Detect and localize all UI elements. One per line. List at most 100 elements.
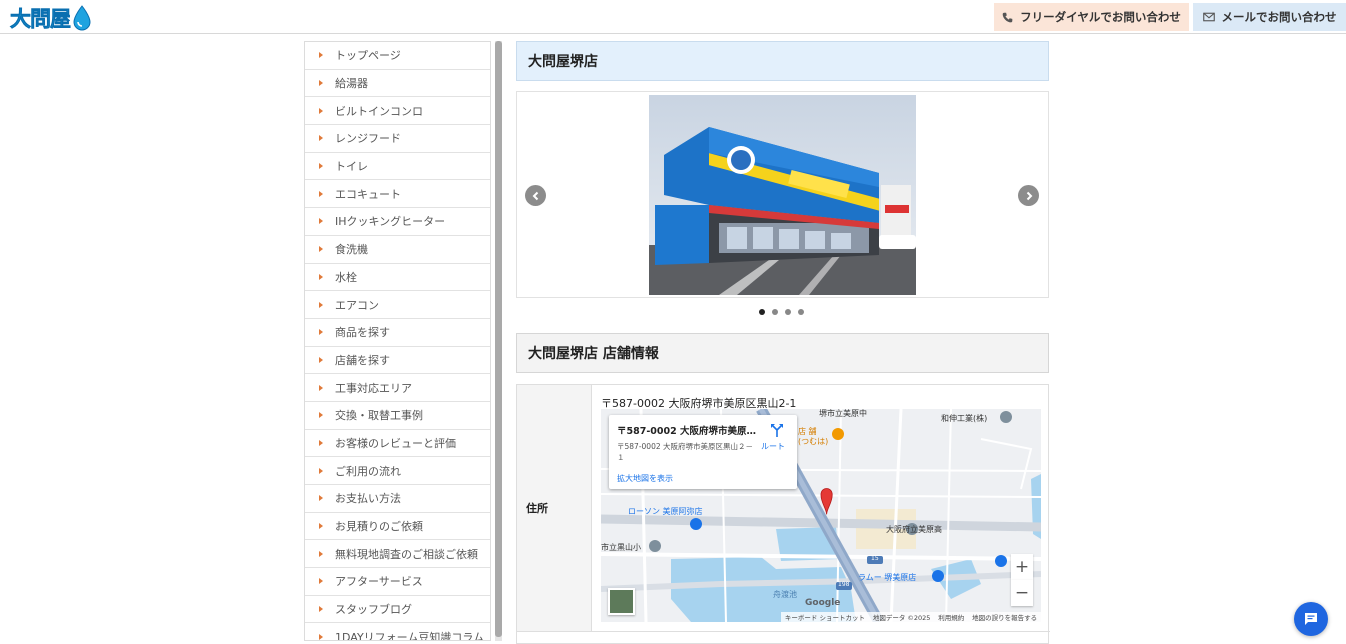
directions-icon[interactable] xyxy=(770,423,784,437)
sidebar-item-label: エコキュート xyxy=(335,187,401,201)
store-heading-text: 大問屋堺店 xyxy=(528,54,598,70)
sidebar-item-column[interactable]: 1DAYリフォーム豆知識コラム xyxy=(305,623,490,640)
sidebar-item-toilet[interactable]: トイレ xyxy=(305,153,490,181)
map-poi-label: 舟渡池 xyxy=(773,590,797,599)
store-info-heading: 大問屋堺店 店舗情報 xyxy=(516,333,1049,373)
sidebar-item-label: 食洗機 xyxy=(335,243,368,257)
map-data-credit: 地図データ ©2025 xyxy=(872,614,931,622)
sidebar-item-faucet[interactable]: 水栓 xyxy=(305,264,490,292)
arrow-right-icon xyxy=(319,273,323,280)
map-zoom-out-button[interactable]: − xyxy=(1011,580,1033,606)
sidebar-item-label: お見積りのご依頼 xyxy=(335,520,423,534)
carousel-dot[interactable] xyxy=(772,309,778,315)
sidebar-item-label: ビルトインコンロ xyxy=(335,104,423,118)
store-photo-carousel xyxy=(516,91,1049,298)
map-route-number: 198 xyxy=(838,581,850,588)
sidebar-item-dishwasher[interactable]: 食洗機 xyxy=(305,236,490,264)
sidebar-item-label: スタッフブログ xyxy=(335,603,412,617)
store-info-heading-text: 大問屋堺店 店舗情報 xyxy=(528,346,659,362)
sidebar-item-estimate[interactable]: お見積りのご依頼 xyxy=(305,513,490,541)
sidebar-item-water-heater[interactable]: 給湯器 xyxy=(305,70,490,98)
chat-button[interactable] xyxy=(1294,602,1328,636)
sidebar-item-reviews[interactable]: お客様のレビューと評価 xyxy=(305,430,490,458)
sidebar-item-payment[interactable]: お支払い方法 xyxy=(305,485,490,513)
sidebar-item-label: 水栓 xyxy=(335,270,357,284)
phone-icon xyxy=(1002,12,1013,22)
sidebar-item-site-survey[interactable]: 無料現地調査のご相談ご依頼 xyxy=(305,540,490,569)
map-keyboard-shortcuts[interactable]: キーボード ショートカット xyxy=(785,612,865,622)
map-view-larger-link[interactable]: 拡大地図を表示 xyxy=(617,473,673,484)
sidebar-item-label: 給湯器 xyxy=(335,77,368,91)
map-footer: キーボード ショートカット 地図データ ©2025 利用規約 地図の誤りを報告す… xyxy=(781,612,1041,622)
map-satellite-toggle[interactable] xyxy=(608,588,635,615)
arrow-right-icon xyxy=(319,107,323,114)
sidebar-item-ecocute[interactable]: エコキュート xyxy=(305,180,490,209)
free-dial-contact-label: フリーダイヤルでお問い合わせ xyxy=(1020,10,1181,24)
sidebar-item-label: IHクッキングヒーター xyxy=(335,215,446,229)
free-dial-contact-button[interactable]: フリーダイヤルでお問い合わせ xyxy=(994,3,1189,31)
sidebar-item-range-hood[interactable]: レンジフード xyxy=(305,125,490,153)
mail-icon xyxy=(1202,12,1215,22)
map-poi-label: 大阪府立美原高 xyxy=(886,525,942,534)
arrow-right-icon xyxy=(319,384,323,391)
carousel-dots xyxy=(759,309,811,315)
mail-contact-label: メールでお問い合わせ xyxy=(1221,10,1337,24)
carousel-prev-button[interactable] xyxy=(525,185,546,206)
arrow-right-icon xyxy=(319,329,323,336)
site-logo[interactable]: 大問屋 xyxy=(10,3,92,33)
google-map[interactable]: 堺市立美原中 和伸工業(株) 店 舗 (つむは) ローソン 美原阿弥店 大阪府立… xyxy=(601,409,1041,622)
table-row-divider xyxy=(517,631,1050,632)
google-logo: Google xyxy=(805,598,841,608)
sidebar-item-ih-heater[interactable]: IHクッキングヒーター xyxy=(305,208,490,236)
sidebar-item-service-area[interactable]: 工事対応エリア xyxy=(305,374,490,402)
site-header: 大問屋 フリーダイヤルでお問い合わせ メールでお問い合わせ xyxy=(0,0,1346,34)
carousel-dot[interactable] xyxy=(798,309,804,315)
sidebar-item-label: ご利用の流れ xyxy=(335,464,401,478)
arrow-right-icon xyxy=(319,606,323,613)
map-card-title: 〒587-0002 大阪府堺市美原区... xyxy=(617,426,757,437)
sidebar-item-label: お客様のレビューと評価 xyxy=(335,436,456,450)
map-poi-label: ラムー 堺美原店 xyxy=(858,573,917,582)
map-terms[interactable]: 利用規約 xyxy=(938,612,964,622)
sidebar-item-usage-flow[interactable]: ご利用の流れ xyxy=(305,457,490,485)
sidebar-item-built-in-stove[interactable]: ビルトインコンロ xyxy=(305,97,490,126)
sidebar-item-find-stores[interactable]: 店舗を探す xyxy=(305,347,490,375)
map-route-label[interactable]: ルート xyxy=(761,441,785,452)
map-route-number: 15 xyxy=(871,555,879,562)
arrow-right-icon xyxy=(319,218,323,225)
store-info-table: 住所 〒587-0002 大阪府堺市美原区黒山2-1 堺市立美原中 和伸工業(株… xyxy=(516,384,1050,644)
sidebar-item-label: トップページ xyxy=(335,49,401,63)
sidebar-item-label: トイレ xyxy=(335,160,368,174)
scrollbar-thumb[interactable] xyxy=(495,41,502,637)
sidebar-item-staff-blog[interactable]: スタッフブログ xyxy=(305,596,490,624)
minus-icon: − xyxy=(1014,583,1030,603)
chevron-right-icon xyxy=(1026,191,1032,200)
arrow-right-icon xyxy=(319,301,323,308)
sidebar-item-after-service[interactable]: アフターサービス xyxy=(305,568,490,596)
sidebar-item-work-examples[interactable]: 交換・取替工事例 xyxy=(305,402,490,430)
map-report-error[interactable]: 地図の誤りを報告する xyxy=(972,612,1037,622)
arrow-right-icon xyxy=(319,523,323,530)
sidebar-scrollbar[interactable] xyxy=(495,41,502,641)
arrow-right-icon xyxy=(319,495,323,502)
sidebar-item-top-page[interactable]: トップページ xyxy=(305,42,490,70)
water-drop-icon xyxy=(73,5,91,31)
address-label: 住所 xyxy=(526,502,548,515)
sidebar-item-label: 商品を探す xyxy=(335,326,390,340)
arrow-right-icon xyxy=(319,190,323,197)
sidebar-item-find-products[interactable]: 商品を探す xyxy=(305,319,490,347)
mail-contact-button[interactable]: メールでお問い合わせ xyxy=(1193,3,1346,31)
sidebar-item-label: エアコン xyxy=(335,298,379,312)
sidebar-item-air-conditioner[interactable]: エアコン xyxy=(305,291,490,319)
arrow-right-icon xyxy=(319,356,323,363)
arrow-right-icon xyxy=(319,550,323,557)
arrow-right-icon xyxy=(319,52,323,59)
carousel-dot[interactable] xyxy=(759,309,765,315)
carousel-dot[interactable] xyxy=(785,309,791,315)
map-poi-label: 堺市立美原中 xyxy=(819,409,867,418)
sidebar-item-label: アフターサービス xyxy=(335,575,423,589)
map-poi-label: 市立黒山小 xyxy=(601,543,641,552)
carousel-next-button[interactable] xyxy=(1018,185,1039,206)
map-zoom-in-button[interactable]: + xyxy=(1011,554,1033,580)
map-poi-label: (つむは) xyxy=(798,437,829,446)
